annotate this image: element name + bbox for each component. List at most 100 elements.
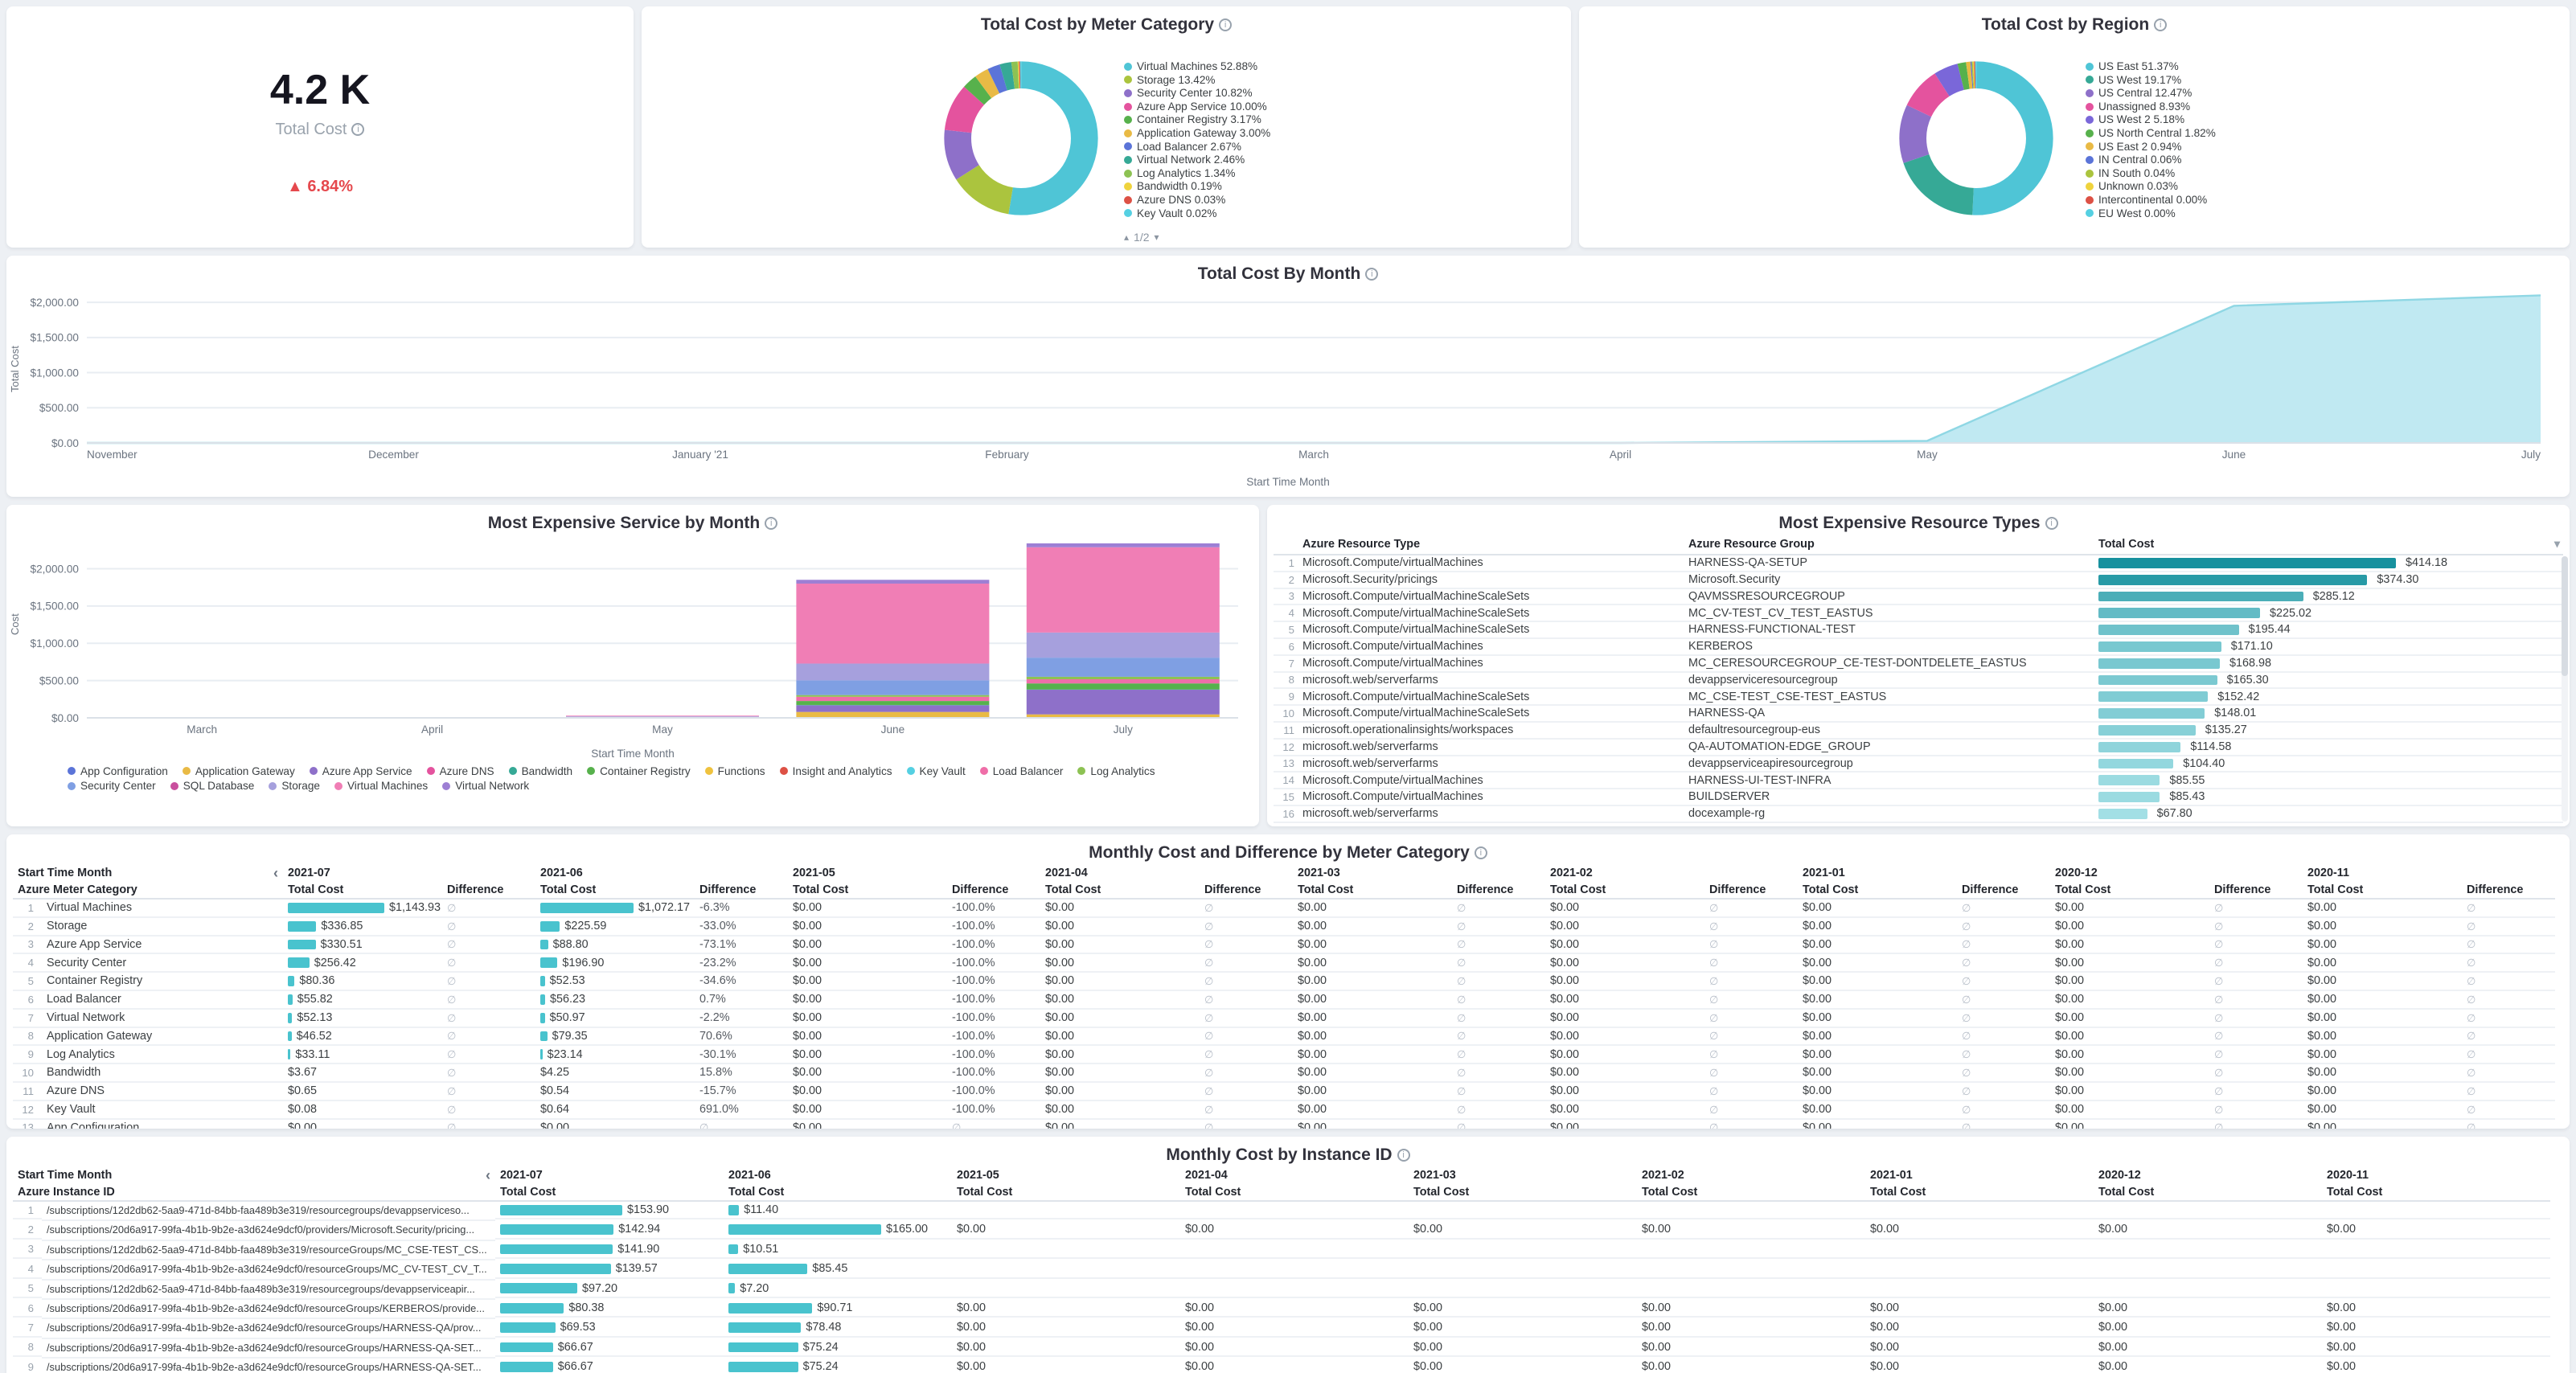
table-row[interactable]: 14Microsoft.Compute/virtualMachinesHARNE… <box>1274 773 2563 789</box>
month-header[interactable]: 2020-12 <box>2050 864 2303 882</box>
bar-segment[interactable] <box>796 680 989 695</box>
subheader-total-cost[interactable]: Total Cost <box>2303 882 2462 900</box>
table-row[interactable]: 9Microsoft.Compute/virtualMachineScaleSe… <box>1274 689 2563 706</box>
table-row[interactable]: 8microsoft.web/serverfarmsdevappservicer… <box>1274 673 2563 690</box>
month-header[interactable]: 2021-04 <box>1040 864 1293 882</box>
subheader-total-cost[interactable]: Total Cost <box>2322 1184 2550 1202</box>
legend-item[interactable]: Key Vault 0.02% <box>1124 208 1270 219</box>
month-header[interactable]: 2021-03 <box>1293 864 1545 882</box>
column-header-resource-group[interactable]: Azure Resource Group <box>1688 538 2098 551</box>
bar-segment[interactable] <box>1027 633 1220 658</box>
subheader-total-cost[interactable]: Total Cost <box>1545 882 1704 900</box>
legend-item[interactable]: Virtual Network 2.46% <box>1124 154 1270 166</box>
bar-segment[interactable] <box>1027 690 1220 715</box>
legend-item[interactable]: US West 2 5.18% <box>2086 114 2216 125</box>
legend-item[interactable]: App Configuration <box>68 766 168 777</box>
bar-segment[interactable] <box>566 715 759 716</box>
subheader-total-cost[interactable]: Total Cost <box>2094 1184 2322 1202</box>
info-icon[interactable]: i <box>2154 18 2167 31</box>
legend-item[interactable]: Azure DNS 0.03% <box>1124 195 1270 206</box>
legend-item[interactable]: Key Vault <box>907 766 966 777</box>
legend-item[interactable]: Storage <box>269 781 320 792</box>
legend-item[interactable]: Log Analytics 1.34% <box>1124 168 1270 179</box>
table-row[interactable]: 12microsoft.web/serverfarmsQA-AUTOMATION… <box>1274 740 2563 756</box>
month-header[interactable]: 2020-11 <box>2322 1166 2550 1184</box>
legend-item[interactable]: Azure App Service <box>310 766 412 777</box>
info-icon[interactable]: i <box>1475 846 1487 859</box>
legend-item[interactable]: Container Registry 3.17% <box>1124 114 1270 125</box>
column-header-resource-type[interactable]: Azure Resource Type <box>1302 538 1688 551</box>
legend-item[interactable]: Application Gateway 3.00% <box>1124 128 1270 139</box>
legend-item[interactable]: Azure DNS <box>427 766 494 777</box>
legend-item[interactable]: Intercontinental 0.00% <box>2086 195 2216 206</box>
month-header[interactable]: 2021-05 <box>788 864 1040 882</box>
subheader-total-cost[interactable]: Total Cost <box>788 882 947 900</box>
table-row[interactable]: 4Microsoft.Compute/virtualMachineScaleSe… <box>1274 605 2563 622</box>
info-icon[interactable]: i <box>1219 18 1232 31</box>
month-header[interactable]: 2021-07 <box>283 864 535 882</box>
info-icon[interactable]: i <box>1397 1149 1410 1162</box>
month-header[interactable]: 2021-02 <box>1545 864 1798 882</box>
legend-item[interactable]: IN Central 0.06% <box>2086 154 2216 166</box>
month-header[interactable]: 2021-06 <box>535 864 788 882</box>
bar-segment[interactable] <box>1027 677 1220 679</box>
legend-item[interactable]: Virtual Machines <box>334 781 428 792</box>
bar-segment[interactable] <box>1027 683 1220 689</box>
legend-item[interactable]: Unassigned 8.93% <box>2086 101 2216 113</box>
vertical-scrollbar[interactable] <box>2562 556 2568 822</box>
columns-page-left-icon[interactable]: ‹ <box>273 866 278 880</box>
legend-item[interactable]: Functions <box>705 766 765 777</box>
subheader-difference[interactable]: Difference <box>1452 882 1545 900</box>
month-header[interactable]: 2021-01 <box>1798 864 2050 882</box>
subheader-total-cost[interactable]: Total Cost <box>1293 882 1452 900</box>
month-header[interactable]: 2021-04 <box>1180 1166 1409 1184</box>
table-row[interactable]: 1Microsoft.Compute/virtualMachinesHARNES… <box>1274 555 2563 572</box>
bar-segment[interactable] <box>796 701 989 705</box>
legend-item[interactable]: EU West 0.00% <box>2086 208 2216 219</box>
legend-item[interactable]: Azure App Service 10.00% <box>1124 101 1270 113</box>
subheader-total-cost[interactable]: Total Cost <box>1798 882 1957 900</box>
subheader-difference[interactable]: Difference <box>947 882 1040 900</box>
legend-item[interactable]: Security Center <box>68 781 156 792</box>
page-up-icon[interactable]: ▴ <box>1124 232 1129 242</box>
subheader-total-cost[interactable]: Total Cost <box>283 882 442 900</box>
bar-segment[interactable] <box>796 584 989 663</box>
bar-segment[interactable] <box>566 716 759 717</box>
subheader-total-cost[interactable]: Total Cost <box>724 1184 952 1202</box>
bar-segment[interactable] <box>796 580 989 584</box>
month-header[interactable]: 2021-01 <box>1865 1166 2094 1184</box>
legend-item[interactable]: US Central 12.47% <box>2086 88 2216 99</box>
info-icon[interactable]: i <box>2045 517 2058 530</box>
month-header[interactable]: 2020-11 <box>2303 864 2555 882</box>
table-row[interactable]: 5Microsoft.Compute/virtualMachineScaleSe… <box>1274 622 2563 639</box>
month-header[interactable]: 2021-02 <box>1637 1166 1865 1184</box>
subheader-difference[interactable]: Difference <box>1704 882 1798 900</box>
service-stacked-bar-chart[interactable]: $0.00$500.00$1,000.00$1,500.00$2,000.00M… <box>13 535 1251 744</box>
subheader-difference[interactable]: Difference <box>2462 882 2555 900</box>
subheader-total-cost[interactable]: Total Cost <box>1637 1184 1865 1202</box>
info-icon[interactable]: i <box>765 517 777 530</box>
legend-item[interactable]: Virtual Network <box>442 781 529 792</box>
legend-item[interactable]: Load Balancer 2.67% <box>1124 141 1270 153</box>
subheader-total-cost[interactable]: Total Cost <box>952 1184 1180 1202</box>
scrollbar-thumb[interactable] <box>2562 556 2568 676</box>
legend-item[interactable]: Unknown 0.03% <box>2086 181 2216 192</box>
bar-segment[interactable] <box>796 695 989 697</box>
table-row[interactable]: 2Microsoft.Security/pricingsMicrosoft.Se… <box>1274 572 2563 589</box>
table-row[interactable]: 6Microsoft.Compute/virtualMachinesKERBER… <box>1274 639 2563 656</box>
sort-down-icon[interactable]: ▾ <box>2554 538 2560 549</box>
subheader-total-cost[interactable]: Total Cost <box>535 882 695 900</box>
legend-item[interactable]: US West 19.17% <box>2086 75 2216 86</box>
bar-segment[interactable] <box>796 705 989 711</box>
bar-segment[interactable] <box>796 663 989 680</box>
column-header-total-cost[interactable]: Total Cost <box>2098 538 2563 551</box>
legend-item[interactable]: Security Center 10.82% <box>1124 88 1270 99</box>
table-row[interactable]: 7Microsoft.Compute/virtualMachinesMC_CER… <box>1274 656 2563 673</box>
legend-item[interactable]: US North Central 1.82% <box>2086 128 2216 139</box>
legend-item[interactable]: Container Registry <box>587 766 691 777</box>
subheader-difference[interactable]: Difference <box>695 882 788 900</box>
legend-item[interactable]: Bandwidth 0.19% <box>1124 181 1270 192</box>
month-header[interactable]: 2021-07 <box>495 1166 724 1184</box>
table-row[interactable]: 11microsoft.operationalinsights/workspac… <box>1274 723 2563 740</box>
table-row[interactable]: 3Microsoft.Compute/virtualMachineScaleSe… <box>1274 589 2563 606</box>
